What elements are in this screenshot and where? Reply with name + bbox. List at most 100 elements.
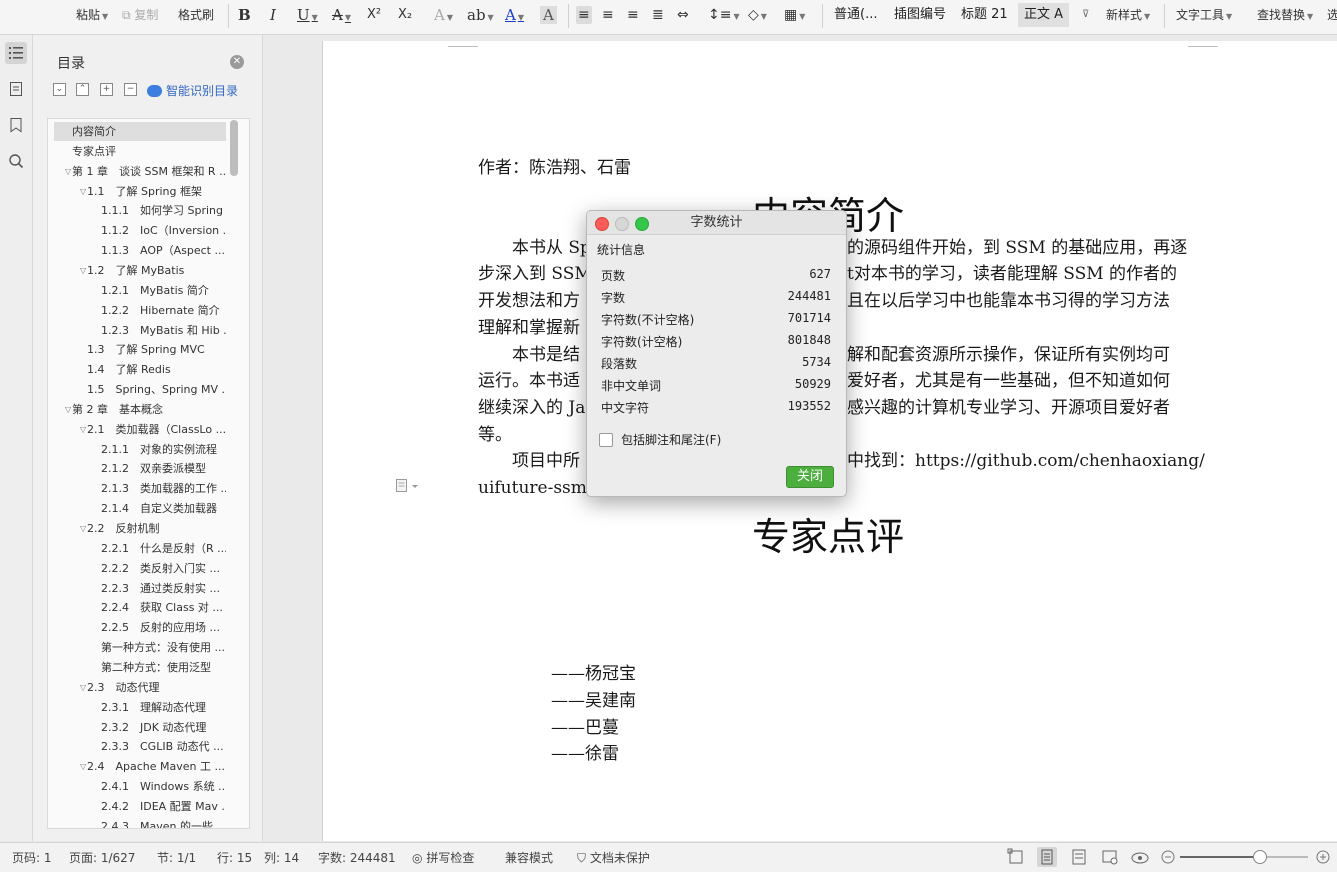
footnotes-checkbox[interactable] (599, 433, 613, 447)
justify-button[interactable]: ≣ (652, 6, 664, 24)
font-color-button[interactable]: A ▼ (505, 6, 524, 24)
toc-item[interactable]: ▽ 2.1 类加载器（ClassLo ... (54, 420, 226, 439)
underline-button[interactable]: U ▼ (297, 6, 318, 24)
align-center-button[interactable]: ≡ (602, 6, 614, 24)
toc-item[interactable]: 第一种方式：没有使用 ... (54, 638, 226, 657)
collapse-triangle-icon[interactable]: ▽ (65, 162, 71, 181)
style-body-a[interactable]: 正文 A (1018, 3, 1070, 27)
strike-button[interactable]: A ▼ (332, 6, 351, 24)
toc-item[interactable]: ▽ 2.2 反射机制 (54, 519, 226, 538)
toc-item[interactable]: ▽ 第 2 章 基本概念 (54, 400, 226, 419)
copy-button[interactable]: ⧉ 复制 (122, 6, 158, 24)
style-figure-number[interactable]: 插图编号 (888, 3, 952, 27)
focus-mode-icon[interactable] (1006, 847, 1026, 867)
column-indicator[interactable]: 列: 14 (264, 849, 299, 866)
toc-item[interactable]: 2.1.1 对象的实例流程 (54, 440, 226, 459)
eye-protect-icon[interactable] (1130, 847, 1150, 867)
styles-more-icon[interactable]: ⊽ (1082, 6, 1089, 24)
toc-item[interactable]: 2.4.1 Windows 系统 ... (54, 777, 226, 796)
line-spacing-button[interactable]: ↕≡ ▼ (708, 6, 740, 24)
toc-item[interactable]: 2.1.2 双亲委派模型 (54, 459, 226, 478)
toc-item[interactable]: 1.2.1 MyBatis 简介 (54, 281, 226, 300)
toc-item[interactable]: 1.3 了解 Spring MVC (54, 340, 226, 359)
toc-item[interactable]: 1.1.3 AOP（Aspect ... (54, 241, 226, 260)
toc-item[interactable]: 2.4.2 IDEA 配置 Mav ... (54, 797, 226, 816)
bookmark-panel-button[interactable] (5, 114, 27, 136)
page-options-icon[interactable] (395, 478, 421, 498)
footnotes-checkbox-label[interactable]: 包括脚注和尾注(F) (621, 431, 721, 448)
toc-item[interactable]: 1.2.2 Hibernate 简介 (54, 301, 226, 320)
toc-item[interactable]: 2.2.1 什么是反射（R ... (54, 539, 226, 558)
remove-entry-icon[interactable]: − (124, 83, 137, 96)
page-panel-button[interactable] (5, 78, 27, 100)
page-count[interactable]: 页面: 1/627 (69, 849, 135, 866)
toc-item[interactable]: 2.4.3 Maven 的一些 ... (54, 817, 226, 828)
subscript-button[interactable]: X₂ (398, 6, 412, 24)
zoom-in-icon[interactable] (1313, 847, 1333, 867)
distribute-button[interactable]: ⇔ (677, 6, 689, 24)
superscript-button[interactable]: X² (367, 6, 381, 24)
smart-toc-button[interactable]: 智能识别目录 (147, 82, 238, 99)
close-button[interactable]: 关闭 (786, 466, 834, 488)
section-indicator[interactable]: 节: 1/1 (157, 849, 196, 866)
align-right-button[interactable]: ≡ (627, 6, 639, 24)
close-icon[interactable]: ✕ (230, 55, 244, 69)
toc-item[interactable]: 1.1.2 IoC（Inversion ... (54, 221, 226, 240)
toc-item[interactable]: ▽ 2.4 Apache Maven 工 ... (54, 757, 226, 776)
text-effect-button[interactable]: A ▼ (434, 6, 453, 24)
collapse-triangle-icon[interactable]: ▽ (80, 678, 86, 697)
page-view-icon[interactable] (1037, 847, 1057, 867)
collapse-triangle-icon[interactable]: ▽ (80, 182, 86, 201)
dialog-titlebar[interactable]: 字数统计 (587, 211, 846, 235)
toc-item[interactable]: 2.3.1 理解动态代理 (54, 698, 226, 717)
toc-item[interactable]: 1.4 了解 Redis (54, 360, 226, 379)
text-tools-button[interactable]: 文字工具 ▼ (1176, 6, 1232, 24)
paste-button[interactable]: 粘贴 ▼ (76, 6, 108, 24)
collapse-all-icon[interactable]: ⌄ (53, 83, 66, 96)
expand-up-icon[interactable]: ⌃ (76, 83, 89, 96)
border-button[interactable]: ▦ ▼ (784, 6, 805, 24)
toc-scrollbar[interactable] (230, 120, 238, 176)
toc-item[interactable]: 2.2.2 类反射入门实 ... (54, 559, 226, 578)
toc-item[interactable]: 1.5 Spring、Spring MV ... (54, 380, 226, 399)
toc-item[interactable]: 2.3.2 JDK 动态代理 (54, 718, 226, 737)
char-shading-button[interactable]: A (540, 6, 557, 24)
collapse-triangle-icon[interactable]: ▽ (80, 420, 86, 439)
style-heading-21[interactable]: 标题 21 (955, 3, 1014, 27)
collapse-triangle-icon[interactable]: ▽ (80, 757, 86, 776)
toc-item[interactable]: 第二种方式：使用泛型 (54, 658, 226, 677)
select-button[interactable]: 选 (1327, 6, 1337, 24)
italic-button[interactable]: I (270, 6, 276, 24)
spell-check-button[interactable]: ◎ 拼写检查 (412, 849, 474, 866)
new-style-button[interactable]: 新样式 ▼ (1106, 6, 1150, 24)
collapse-triangle-icon[interactable]: ▽ (65, 400, 71, 419)
zoom-out-icon[interactable] (1158, 847, 1178, 867)
outline-view-icon[interactable] (1069, 847, 1089, 867)
bold-button[interactable]: B (238, 6, 251, 24)
page-code[interactable]: 页码: 1 (12, 849, 52, 866)
highlight-button[interactable]: ab ▼ (467, 6, 494, 24)
collapse-triangle-icon[interactable]: ▽ (80, 261, 86, 280)
add-entry-icon[interactable]: + (100, 83, 113, 96)
toc-item[interactable]: 2.2.4 获取 Class 对 ... (54, 598, 226, 617)
toc-panel-button[interactable] (5, 42, 27, 64)
find-panel-button[interactable] (5, 150, 27, 172)
doc-protect-button[interactable]: ⛉ 文档未保护 (577, 849, 650, 866)
web-view-icon[interactable] (1100, 847, 1120, 867)
find-replace-button[interactable]: 查找替换 ▼ (1257, 6, 1313, 24)
toc-item[interactable]: 2.2.3 通过类反射实 ... (54, 579, 226, 598)
toc-item[interactable]: 1.1.1 如何学习 Spring (54, 201, 226, 220)
toc-item[interactable]: 1.2.3 MyBatis 和 Hib ... (54, 321, 226, 340)
row-indicator[interactable]: 行: 15 (217, 849, 252, 866)
collapse-triangle-icon[interactable]: ▽ (80, 519, 86, 538)
toc-item[interactable]: ▽ 1.1 了解 Spring 框架 (54, 182, 226, 201)
toc-item[interactable]: 内容简介 (54, 122, 226, 141)
toc-item[interactable]: ▽ 2.3 动态代理 (54, 678, 226, 697)
style-normal[interactable]: 普通(... (828, 3, 883, 27)
toc-item[interactable]: 2.1.4 自定义类加载器 (54, 499, 226, 518)
format-painter-button[interactable]: 格式刷 (178, 6, 214, 24)
toc-item[interactable]: 2.3.3 CGLIB 动态代 ... (54, 737, 226, 756)
toc-item[interactable]: 2.2.5 反射的应用场 ... (54, 618, 226, 637)
zoom-handle[interactable] (1253, 850, 1268, 864)
word-count-indicator[interactable]: 字数: 244481 (318, 849, 396, 866)
